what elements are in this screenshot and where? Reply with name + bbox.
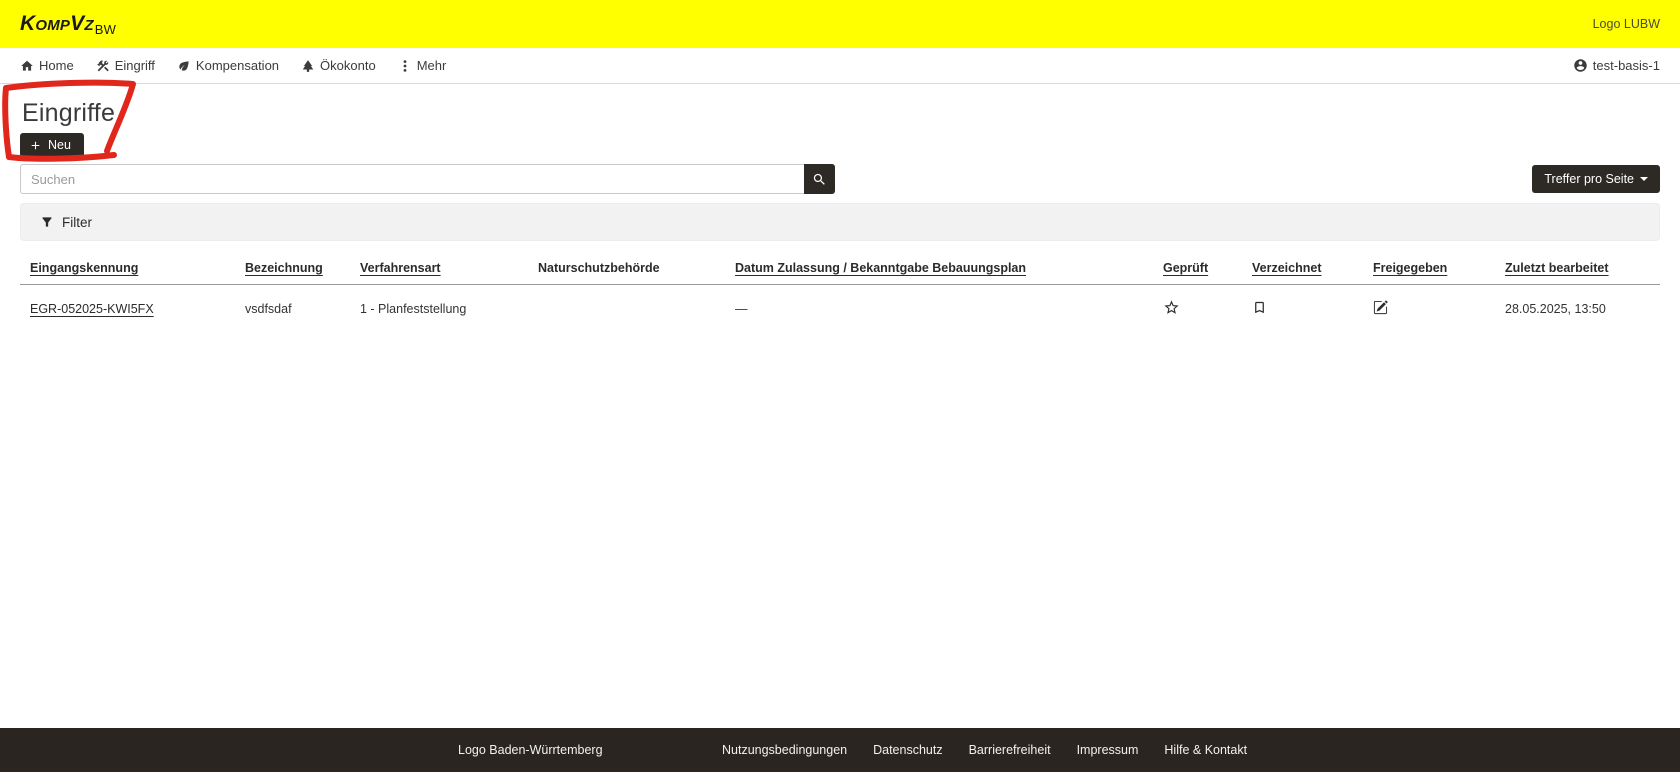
new-button[interactable]: Neu bbox=[20, 133, 84, 157]
leaf-icon bbox=[177, 59, 191, 73]
nav-item-eingriff[interactable]: Eingriff bbox=[96, 58, 155, 73]
footer-link-impressum[interactable]: Impressum bbox=[1077, 743, 1139, 757]
app-header: KompVzBW Logo LUBW bbox=[0, 0, 1680, 48]
star-outline-icon[interactable] bbox=[1163, 299, 1180, 316]
search-input-group bbox=[20, 164, 835, 194]
sort-link[interactable]: Geprüft bbox=[1163, 261, 1208, 275]
nav-item-home[interactable]: Home bbox=[20, 58, 74, 73]
more-vert-icon bbox=[398, 59, 412, 73]
table-header-row: Eingangskennung Bezeichnung Verfahrensar… bbox=[20, 249, 1660, 285]
app-logo: KompVzBW bbox=[20, 12, 116, 37]
nav-item-oekokonto[interactable]: Ökokonto bbox=[301, 58, 376, 73]
footer-link-datenschutz[interactable]: Datenschutz bbox=[873, 743, 942, 757]
user-name: test-basis-1 bbox=[1593, 58, 1660, 73]
column-header-geprueft: Geprüft bbox=[1153, 249, 1242, 285]
column-header-eingangskennung: Eingangskennung bbox=[20, 249, 235, 285]
filter-panel-toggle[interactable]: Filter bbox=[20, 203, 1660, 241]
content-area: Eingriffe Neu Treffer pro Seite Filter E… bbox=[0, 99, 1680, 331]
column-header-verfahrensart: Verfahrensart bbox=[350, 249, 528, 285]
tools-icon bbox=[96, 59, 110, 73]
footer-inner: Logo Baden-Würrtemberg Nutzungsbedingung… bbox=[0, 728, 1680, 772]
tree-icon bbox=[301, 59, 315, 73]
cell-zuletzt-bearbeitet: 28.05.2025, 13:50 bbox=[1495, 285, 1660, 332]
column-header-zuletzt-bearbeitet: Zuletzt bearbeitet bbox=[1495, 249, 1660, 285]
nav-item-label: Mehr bbox=[417, 58, 447, 73]
search-icon bbox=[812, 172, 827, 187]
sort-link[interactable]: Zuletzt bearbeitet bbox=[1505, 261, 1609, 275]
chevron-down-icon bbox=[1640, 177, 1648, 181]
search-button[interactable] bbox=[804, 164, 835, 194]
column-header-datum-zulassung: Datum Zulassung / Bekanntgabe Bebauungsp… bbox=[725, 249, 1153, 285]
column-header-naturschutzbehoerde: Naturschutzbehörde bbox=[528, 249, 725, 285]
results-per-page-label: Treffer pro Seite bbox=[1544, 172, 1634, 186]
column-header-verzeichnet: Verzeichnet bbox=[1242, 249, 1363, 285]
search-row: Treffer pro Seite bbox=[20, 164, 1660, 194]
footer-link-barrierefreiheit[interactable]: Barrierefreiheit bbox=[969, 743, 1051, 757]
edit-square-icon[interactable] bbox=[1373, 300, 1388, 315]
nav-item-label: Eingriff bbox=[115, 58, 155, 73]
lubw-logo-placeholder: Logo LUBW bbox=[1593, 17, 1660, 31]
filter-icon bbox=[40, 215, 54, 229]
home-icon bbox=[20, 59, 34, 73]
account-icon bbox=[1573, 58, 1588, 73]
sort-link[interactable]: Verzeichnet bbox=[1252, 261, 1321, 275]
bw-logo-placeholder: Logo Baden-Würrtemberg bbox=[458, 743, 603, 757]
sort-link[interactable]: Eingangskennung bbox=[30, 261, 138, 275]
nav-item-kompensation[interactable]: Kompensation bbox=[177, 58, 279, 73]
results-table: Eingangskennung Bezeichnung Verfahrensar… bbox=[20, 249, 1660, 331]
footer-link-hilfe-kontakt[interactable]: Hilfe & Kontakt bbox=[1164, 743, 1247, 757]
app-logo-sub: BW bbox=[95, 22, 116, 37]
cell-verzeichnet bbox=[1242, 285, 1363, 332]
eingriff-link[interactable]: EGR-052025-KWI5FX bbox=[30, 302, 154, 316]
cell-datum-zulassung: — bbox=[725, 285, 1153, 332]
sort-link[interactable]: Datum Zulassung / Bekanntgabe Bebauungsp… bbox=[735, 261, 1026, 275]
bookmark-outline-icon[interactable] bbox=[1252, 300, 1267, 315]
nav-item-label: Home bbox=[39, 58, 74, 73]
sort-link[interactable]: Verfahrensart bbox=[360, 261, 441, 275]
cell-freigegeben bbox=[1363, 285, 1495, 332]
sort-link[interactable]: Bezeichnung bbox=[245, 261, 323, 275]
cell-bezeichnung: vsdfsdaf bbox=[235, 285, 350, 332]
column-header-freigegeben: Freigegeben bbox=[1363, 249, 1495, 285]
cell-eingangskennung: EGR-052025-KWI5FX bbox=[20, 285, 235, 332]
column-header-bezeichnung: Bezeichnung bbox=[235, 249, 350, 285]
main-navbar: Home Eingriff Kompensation Ökokonto Mehr… bbox=[0, 48, 1680, 84]
footer-link-nutzungsbedingungen[interactable]: Nutzungsbedingungen bbox=[722, 743, 847, 757]
nav-items: Home Eingriff Kompensation Ökokonto Mehr bbox=[20, 58, 446, 73]
table-row: EGR-052025-KWI5FX vsdfsdaf 1 - Planfests… bbox=[20, 285, 1660, 332]
user-menu[interactable]: test-basis-1 bbox=[1573, 58, 1660, 73]
app-logo-text: KompVz bbox=[20, 12, 94, 35]
cell-naturschutzbehoerde bbox=[528, 285, 725, 332]
page-title: Eingriffe bbox=[22, 99, 1660, 128]
cell-verfahrensart: 1 - Planfeststellung bbox=[350, 285, 528, 332]
new-button-label: Neu bbox=[48, 138, 71, 152]
sort-link[interactable]: Freigegeben bbox=[1373, 261, 1447, 275]
plus-icon bbox=[29, 139, 42, 152]
nav-item-label: Ökokonto bbox=[320, 58, 376, 73]
footer-links: Nutzungsbedingungen Datenschutz Barriere… bbox=[722, 743, 1247, 757]
search-input[interactable] bbox=[20, 164, 804, 194]
nav-item-mehr[interactable]: Mehr bbox=[398, 58, 447, 73]
cell-geprueft bbox=[1153, 285, 1242, 332]
filter-label: Filter bbox=[62, 215, 92, 230]
results-per-page-button[interactable]: Treffer pro Seite bbox=[1532, 165, 1660, 193]
page-footer: Logo Baden-Würrtemberg Nutzungsbedingung… bbox=[0, 728, 1680, 772]
nav-item-label: Kompensation bbox=[196, 58, 279, 73]
column-label: Naturschutzbehörde bbox=[538, 261, 660, 275]
